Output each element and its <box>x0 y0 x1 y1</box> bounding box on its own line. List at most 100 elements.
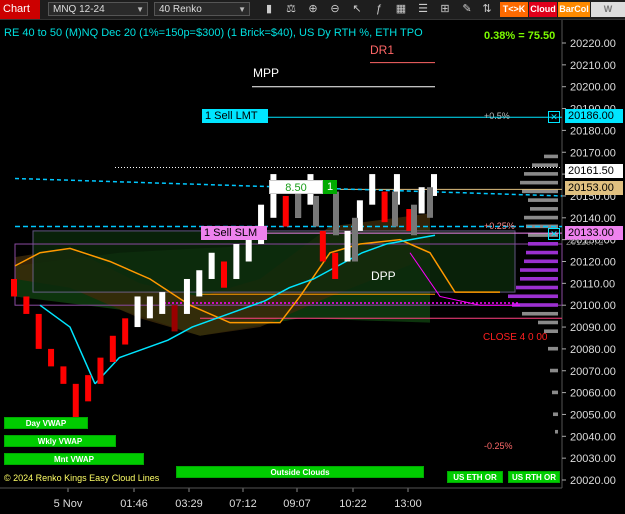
price-label-last: 20161.50 <box>565 164 623 178</box>
day-vwap-button[interactable]: Day VWAP <box>4 417 88 429</box>
renko-brick <box>221 261 227 288</box>
profile-bar <box>555 429 558 434</box>
profile-bar <box>524 172 558 176</box>
profile-bar <box>508 294 558 299</box>
profile-bar <box>544 154 558 159</box>
y-tick-label: 20080.00 <box>570 344 616 356</box>
profile-bar <box>520 180 558 185</box>
renko-brick <box>319 230 326 262</box>
mpp-label: MPP <box>253 66 279 80</box>
cyan-ma-tail <box>39 304 96 385</box>
x-tick-label: 13:00 <box>394 498 422 510</box>
profile-bar <box>528 198 558 202</box>
renko-brick <box>35 313 42 349</box>
renko-brick <box>183 278 190 314</box>
profile-bar <box>553 412 558 417</box>
plus05-label: +0.5% <box>484 111 510 121</box>
price-label-partial: 20129.72 <box>566 239 604 245</box>
close-label: CLOSE 4 0 00 <box>483 332 548 343</box>
renko-brick <box>60 366 67 384</box>
time-axis: 5 Nov 01:46 03:29 07:12 09:07 10:22 13:00 <box>0 487 562 510</box>
renko-brick <box>72 383 79 419</box>
y-tick-label: 20200.00 <box>570 82 616 94</box>
profile-bar <box>520 268 558 272</box>
profile-bar <box>528 242 558 246</box>
renko-brick <box>282 195 289 227</box>
outside-clouds-button[interactable]: Outside Clouds <box>176 466 424 478</box>
renko-brick <box>233 244 240 279</box>
profile-bar <box>526 250 558 255</box>
mnt-vwap-button[interactable]: Mnt VWAP <box>4 453 144 465</box>
y-tick-label: 20170.00 <box>570 147 616 159</box>
profile-bar <box>522 311 558 316</box>
us-rth-or-button[interactable]: US RTH OR <box>508 471 560 483</box>
renko-brick <box>208 252 215 279</box>
sell-slm-order[interactable]: 1 Sell SLM <box>201 226 267 240</box>
renko-ghost-brick <box>392 191 398 227</box>
renko-brick <box>11 278 17 297</box>
renko-brick <box>369 174 376 205</box>
renko-brick <box>122 318 129 345</box>
profile-bar <box>516 285 558 290</box>
x-tick-label: 03:29 <box>175 498 203 510</box>
x-tick-label: 09:07 <box>283 498 311 510</box>
profile-bar <box>550 368 558 373</box>
y-tick-label: 20220.00 <box>570 38 616 50</box>
qty-box[interactable]: 1 <box>323 180 337 194</box>
renko-ghost-brick <box>333 191 339 236</box>
renko-brick <box>109 335 116 363</box>
renko-brick <box>381 191 388 223</box>
dpp-zone <box>32 230 516 293</box>
renko-brick <box>134 296 141 328</box>
x-tick-label: 01:46 <box>120 498 148 510</box>
y-tick-label: 20050.00 <box>570 409 616 421</box>
renko-brick <box>196 270 203 297</box>
minus025-label: -0.25% <box>484 441 513 451</box>
y-tick-label: 20070.00 <box>570 366 616 378</box>
y-tick-label: 20120.00 <box>570 257 616 269</box>
x-tick-label: 10:22 <box>339 498 367 510</box>
y-tick-label: 20210.00 <box>570 60 616 72</box>
chart-title: RE 40 to 50 (M)NQ Dec 20 (1%=150p=$300) … <box>4 27 423 39</box>
y-tick-label: 20030.00 <box>570 453 616 465</box>
renko-brick <box>48 348 55 367</box>
dr1-label: DR1 <box>370 43 394 57</box>
y-tick-label: 20020.00 <box>570 475 616 487</box>
y-tick-label: 20140.00 <box>570 213 616 225</box>
y-tick-label: 20060.00 <box>570 388 616 400</box>
price-ticks: 20220.0020210.0020200.0020190.0020180.00… <box>562 38 616 487</box>
y-tick-label: 20110.00 <box>570 278 615 290</box>
y-tick-label: 20180.00 <box>570 125 616 137</box>
profile-bar <box>520 276 558 281</box>
profile-bar <box>524 215 558 220</box>
price-label-slm: 20133.00 <box>565 226 623 240</box>
renko-brick <box>146 296 153 319</box>
profile-bar <box>532 163 558 167</box>
renko-brick <box>171 305 178 332</box>
sell-lmt-order[interactable]: 1 Sell LMT <box>202 109 268 123</box>
wkly-vwap-button[interactable]: Wkly VWAP <box>4 435 116 447</box>
renko-brick <box>23 296 30 314</box>
renko-brick <box>97 357 104 384</box>
renko-ghost-brick <box>352 217 358 262</box>
plus025-label: +0.25% <box>484 221 515 231</box>
y-tick-label: 20040.00 <box>570 431 616 443</box>
y-tick-label: 20100.00 <box>570 300 616 312</box>
close-icon[interactable]: ✕ <box>548 228 560 240</box>
profile-bar <box>552 390 558 395</box>
renko-ghost-brick <box>313 195 319 227</box>
us-eth-or-button[interactable]: US ETH OR <box>447 471 503 483</box>
volume-profile <box>508 154 558 434</box>
close-icon[interactable]: ✕ <box>548 111 560 123</box>
y-tick-label: 20090.00 <box>570 322 616 334</box>
watermark: © 2024 Renko Kings Easy Cloud Lines <box>4 473 160 483</box>
qty-price-box[interactable]: 8.50 <box>269 180 323 194</box>
renko-ghost-brick <box>411 204 417 236</box>
renko-brick <box>332 252 339 279</box>
profile-bar <box>522 189 558 194</box>
renko-brick <box>159 292 166 314</box>
price-label-tan: 20153.00 <box>565 181 623 195</box>
dpp-label: DPP <box>371 269 396 283</box>
pct-change: 0.38% = 75.50 <box>484 30 556 42</box>
price-label-lmt: 20186.00 <box>565 109 623 123</box>
